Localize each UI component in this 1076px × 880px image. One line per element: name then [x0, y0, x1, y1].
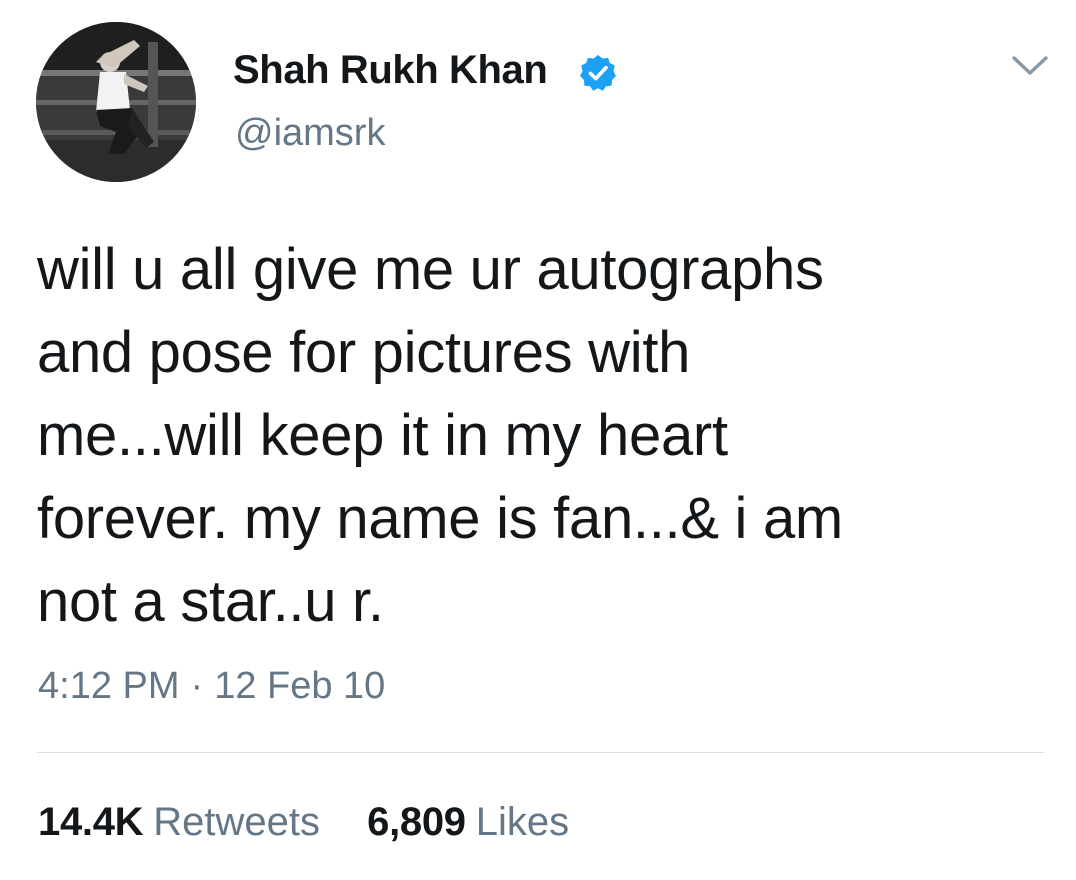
divider [37, 752, 1044, 753]
likes-label: Likes [475, 800, 570, 844]
retweets-count: 14.4K [38, 800, 144, 844]
likes-stat[interactable]: 6,809 Likes [367, 800, 569, 845]
retweets-label: Retweets [153, 800, 320, 844]
user-handle[interactable]: @iamsrk [235, 112, 385, 155]
avatar-photo [36, 22, 196, 182]
tweet-date: 12 Feb 10 [214, 665, 386, 707]
tweet-card: Shah Rukh Khan @iamsrk will u all give m… [0, 0, 1076, 880]
timestamp-separator: · [190, 665, 204, 707]
likes-count: 6,809 [367, 800, 466, 844]
tweet-timestamp[interactable]: 4:12 PM · 12 Feb 10 [38, 665, 385, 708]
retweets-stat[interactable]: 14.4K Retweets [38, 800, 320, 845]
display-name[interactable]: Shah Rukh Khan [233, 48, 548, 93]
avatar[interactable] [36, 22, 196, 182]
tweet-text: will u all give me ur autographs and pos… [37, 237, 843, 634]
chevron-down-icon[interactable] [1010, 50, 1050, 82]
verified-badge-icon [580, 55, 616, 91]
tweet-time: 4:12 PM [38, 665, 180, 707]
engagement-stats: 14.4K Retweets 6,809 Likes [38, 800, 569, 845]
